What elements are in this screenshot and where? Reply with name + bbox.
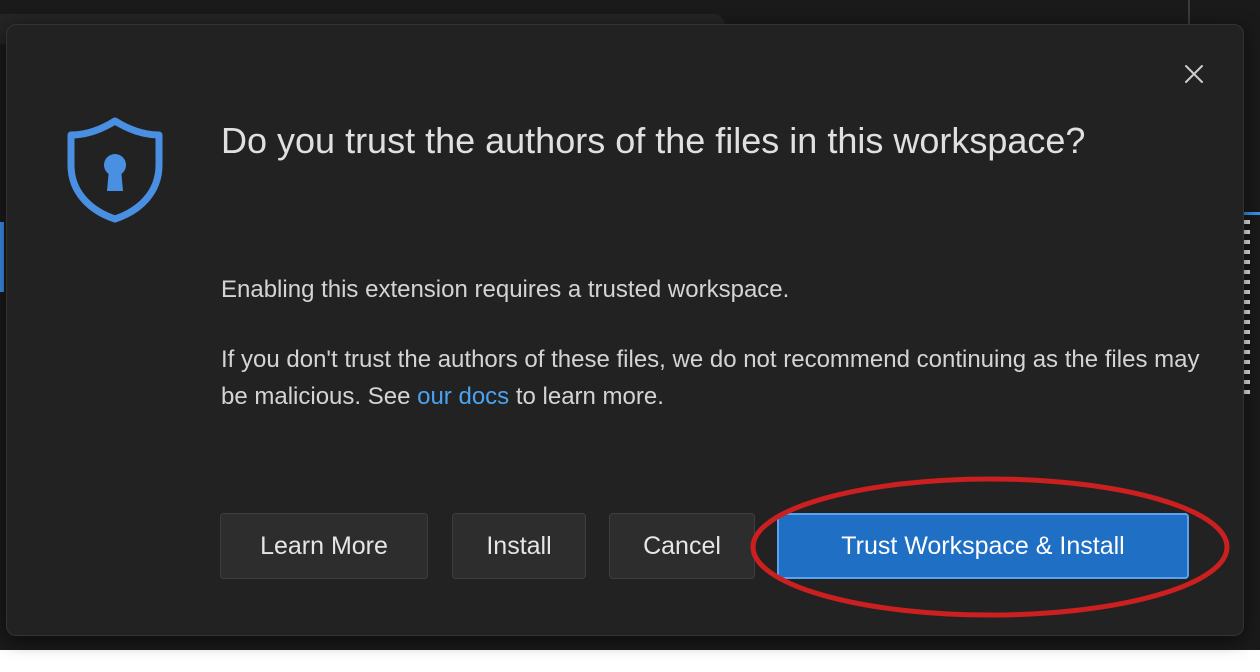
close-icon <box>1185 65 1203 83</box>
cancel-button[interactable]: Cancel <box>609 513 755 579</box>
background-accent-line <box>1244 212 1260 215</box>
workspace-trust-dialog: Do you trust the authors of the files in… <box>6 24 1244 636</box>
background-left-accent <box>0 222 4 292</box>
dialog-detail: If you don't trust the authors of these … <box>221 341 1211 415</box>
install-button[interactable]: Install <box>452 513 586 579</box>
background-minimap <box>1244 220 1250 400</box>
shield-keyhole-icon <box>67 117 163 223</box>
dialog-message: Enabling this extension requires a trust… <box>221 276 790 303</box>
trust-workspace-install-button[interactable]: Trust Workspace & Install <box>777 513 1189 579</box>
docs-link[interactable]: our docs <box>417 383 509 410</box>
detail-text-end: to learn more. <box>509 383 664 410</box>
dialog-title: Do you trust the authors of the files in… <box>221 120 1086 161</box>
detail-text-start: If you don't trust the authors of these … <box>221 346 1200 410</box>
learn-more-button[interactable]: Learn More <box>220 513 428 579</box>
close-button[interactable] <box>1179 59 1209 89</box>
